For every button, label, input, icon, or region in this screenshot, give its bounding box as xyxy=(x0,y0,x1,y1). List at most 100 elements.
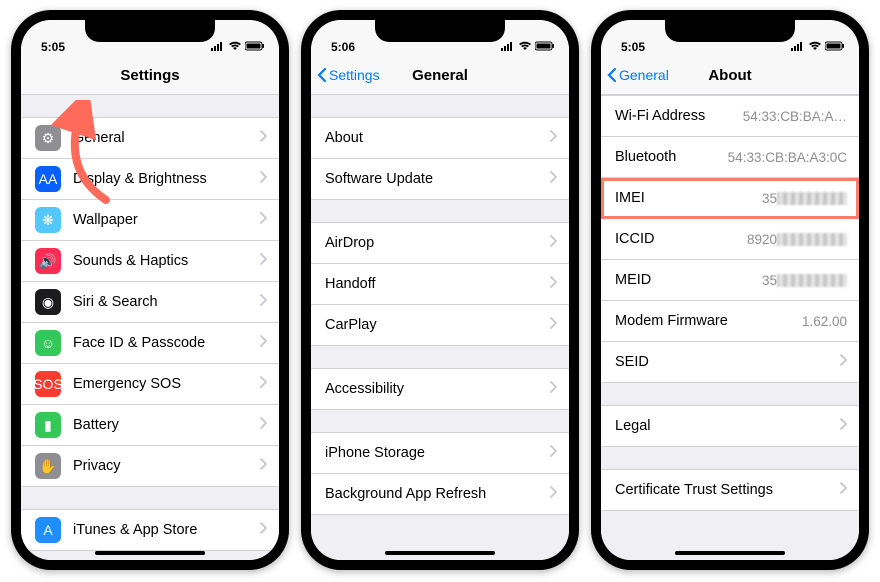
settings-group: Legal xyxy=(601,405,859,447)
nav-bar: Settings General xyxy=(311,56,569,95)
settings-row[interactable]: Certificate Trust Settings xyxy=(601,469,859,511)
settings-row[interactable]: CarPlay xyxy=(311,305,569,346)
content-area[interactable]: About Software Update AirDrop Handoff Ca… xyxy=(311,95,569,560)
settings-row[interactable]: Software Update xyxy=(311,159,569,200)
settings-row[interactable]: SOS Emergency SOS xyxy=(21,364,279,405)
content-area[interactable]: ⚙︎ General AA Display & Brightness ❋ Wal… xyxy=(21,95,279,560)
row-label: ICCID xyxy=(615,231,741,247)
SOS-icon: SOS xyxy=(35,371,61,397)
settings-row[interactable]: Handoff xyxy=(311,264,569,305)
home-indicator[interactable] xyxy=(675,551,785,555)
settings-row[interactable]: About xyxy=(311,117,569,159)
row-label: Sounds & Haptics xyxy=(73,253,254,269)
settings-row[interactable]: ◉ Siri & Search xyxy=(21,282,279,323)
signal-icon xyxy=(501,40,515,54)
wifi-icon xyxy=(228,40,242,54)
status-time: 5:05 xyxy=(41,40,65,54)
home-indicator[interactable] xyxy=(95,551,205,555)
settings-row[interactable]: Modem Firmware 1.62.00 xyxy=(601,301,859,342)
row-value: 54:33:CB:BA:A3:0C xyxy=(728,150,847,165)
row-label: Software Update xyxy=(325,171,544,187)
screen: 5:06 Settings General About Softw xyxy=(311,20,569,560)
row-label: iPhone Storage xyxy=(325,445,544,461)
settings-row[interactable]: Bluetooth 54:33:CB:BA:A3:0C xyxy=(601,137,859,178)
wifi-icon xyxy=(808,40,822,54)
settings-row[interactable]: ☺︎ Face ID & Passcode xyxy=(21,323,279,364)
chevron-right-icon xyxy=(840,482,847,498)
settings-row[interactable]: ✋ Privacy xyxy=(21,446,279,487)
row-label: iTunes & App Store xyxy=(73,522,254,538)
chevron-right-icon xyxy=(260,335,267,351)
settings-group: A iTunes & App Store xyxy=(21,509,279,551)
settings-row[interactable]: Accessibility xyxy=(311,368,569,410)
notch xyxy=(85,20,215,42)
redacted xyxy=(777,192,847,205)
settings-row[interactable]: ⚙︎ General xyxy=(21,117,279,159)
page-title: General xyxy=(412,67,468,84)
settings-row[interactable]: AirDrop xyxy=(311,222,569,264)
gear-icon: ⚙︎ xyxy=(35,125,61,151)
row-label: CarPlay xyxy=(325,317,544,333)
settings-group: Wi-Fi Address 54:33:CB:BA:A… Bluetooth 5… xyxy=(601,95,859,383)
battery-icon xyxy=(245,40,265,54)
redacted xyxy=(777,274,847,287)
nav-bar: Settings xyxy=(21,56,279,95)
settings-group: iPhone Storage Background App Refresh xyxy=(311,432,569,515)
screen: 5:05 General About Wi-Fi Address 54:33:C… xyxy=(601,20,859,560)
row-label: About xyxy=(325,130,544,146)
settings-row[interactable]: Legal xyxy=(601,405,859,447)
home-indicator[interactable] xyxy=(385,551,495,555)
row-label: General xyxy=(73,130,254,146)
chevron-right-icon xyxy=(550,486,557,502)
hand-icon: ✋ xyxy=(35,453,61,479)
settings-row[interactable]: A iTunes & App Store xyxy=(21,509,279,551)
row-label: Bluetooth xyxy=(615,149,722,165)
row-label: SEID xyxy=(615,354,834,370)
row-label: Wallpaper xyxy=(73,212,254,228)
row-label: Background App Refresh xyxy=(325,486,544,502)
row-label: Accessibility xyxy=(325,381,544,397)
row-label: MEID xyxy=(615,272,756,288)
redacted xyxy=(777,233,847,246)
settings-row[interactable]: MEID 35 xyxy=(601,260,859,301)
row-value: 54:33:CB:BA:A… xyxy=(743,109,847,124)
wifi-icon xyxy=(518,40,532,54)
row-label: Battery xyxy=(73,417,254,433)
row-value: 1.62.00 xyxy=(802,314,847,329)
settings-row[interactable]: SEID xyxy=(601,342,859,383)
settings-row[interactable]: IMEI 35 xyxy=(601,178,859,219)
back-label: General xyxy=(619,67,669,83)
settings-row[interactable]: ▮ Battery xyxy=(21,405,279,446)
page-title: About xyxy=(708,67,751,84)
chevron-right-icon xyxy=(550,171,557,187)
row-value: 8920 xyxy=(747,232,777,247)
settings-group: Accessibility xyxy=(311,368,569,410)
battery-icon xyxy=(535,40,555,54)
settings-row[interactable]: Background App Refresh xyxy=(311,474,569,515)
row-label: Emergency SOS xyxy=(73,376,254,392)
back-button[interactable]: General xyxy=(607,67,669,83)
signal-icon xyxy=(791,40,805,54)
chevron-right-icon xyxy=(260,171,267,187)
row-label: Legal xyxy=(615,418,834,434)
back-button[interactable]: Settings xyxy=(317,67,380,83)
AA-icon: AA xyxy=(35,166,61,192)
settings-row[interactable]: ❋ Wallpaper xyxy=(21,200,279,241)
row-label: Handoff xyxy=(325,276,544,292)
settings-group: About Software Update xyxy=(311,117,569,200)
phone-1: 5:06 Settings General About Softw xyxy=(301,10,579,570)
page-title: Settings xyxy=(120,67,179,84)
row-label: Modem Firmware xyxy=(615,313,796,329)
chevron-right-icon xyxy=(260,130,267,146)
row-label: IMEI xyxy=(615,190,756,206)
chevron-right-icon xyxy=(260,212,267,228)
settings-row[interactable]: 🔊 Sounds & Haptics xyxy=(21,241,279,282)
content-area[interactable]: Wi-Fi Address 54:33:CB:BA:A… Bluetooth 5… xyxy=(601,95,859,560)
settings-row[interactable]: AA Display & Brightness xyxy=(21,159,279,200)
settings-row[interactable]: Wi-Fi Address 54:33:CB:BA:A… xyxy=(601,95,859,137)
row-value: 35 xyxy=(762,273,777,288)
notch xyxy=(375,20,505,42)
settings-row[interactable]: iPhone Storage xyxy=(311,432,569,474)
settings-row[interactable]: ICCID 8920 xyxy=(601,219,859,260)
screen: 5:05 Settings ⚙︎ General AA Display & Br… xyxy=(21,20,279,560)
